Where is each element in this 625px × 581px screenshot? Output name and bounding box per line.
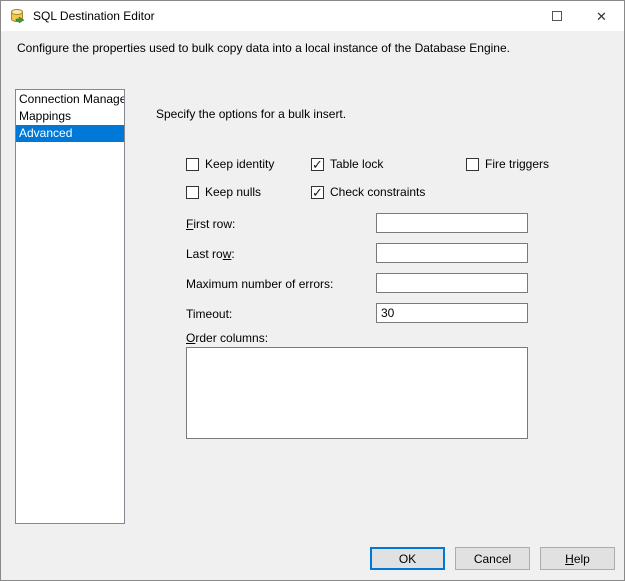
window-title: SQL Destination Editor <box>33 9 155 23</box>
help-button[interactable]: Help <box>540 547 615 570</box>
first-row-label: First row: <box>186 217 236 231</box>
checkbox-check-constraints[interactable]: Check constraints <box>311 185 426 201</box>
maximize-icon <box>551 11 562 21</box>
first-row-input[interactable] <box>376 213 528 233</box>
sidebar-item-connection-manager[interactable]: Connection Manager <box>16 91 124 108</box>
table-lock-label: Table lock <box>330 157 384 171</box>
keep-nulls-label: Keep nulls <box>205 185 262 199</box>
cancel-button[interactable]: Cancel <box>455 547 530 570</box>
last-row-label: Last row: <box>186 247 235 261</box>
page-list: Connection Manager Mappings Advanced <box>15 89 125 524</box>
timeout-label: Timeout: <box>186 307 233 321</box>
keep-identity-checkbox[interactable] <box>186 157 199 171</box>
fire-triggers-label: Fire triggers <box>485 157 550 171</box>
title-bar: SQL Destination Editor ✕ <box>1 1 624 31</box>
keep-nulls-checkbox[interactable] <box>186 185 199 199</box>
checkbox-keep-nulls[interactable]: Keep nulls <box>186 185 261 199</box>
order-columns-textarea[interactable] <box>186 347 528 439</box>
checkbox-fire-triggers[interactable]: Fire triggers <box>466 157 549 171</box>
sql-destination-editor-dialog: SQL Destination Editor ✕ Configure the p… <box>0 0 625 581</box>
checkbox-keep-identity[interactable]: Keep identity <box>186 157 274 171</box>
maximize-button[interactable] <box>534 1 579 31</box>
bulk-insert-instruction: Specify the options for a bulk insert. <box>156 107 347 121</box>
close-icon: ✕ <box>596 8 607 24</box>
sidebar-item-mappings[interactable]: Mappings <box>16 108 124 125</box>
sidebar-item-advanced[interactable]: Advanced <box>16 125 124 142</box>
check-constraints-checkbox[interactable] <box>311 185 324 201</box>
ok-button[interactable]: OK <box>370 547 445 570</box>
fire-triggers-checkbox[interactable] <box>466 157 479 171</box>
timeout-input[interactable] <box>376 303 528 323</box>
keep-identity-label: Keep identity <box>205 157 275 171</box>
database-icon <box>11 9 25 24</box>
order-columns-label: Order columns: <box>186 331 269 345</box>
checkbox-table-lock[interactable]: Table lock <box>311 157 384 173</box>
check-constraints-label: Check constraints <box>330 185 426 199</box>
max-errors-input[interactable] <box>376 273 528 293</box>
max-errors-label: Maximum number of errors: <box>186 277 334 291</box>
last-row-input[interactable] <box>376 243 528 263</box>
window-controls: ✕ <box>534 1 624 31</box>
table-lock-checkbox[interactable] <box>311 157 324 173</box>
close-button[interactable]: ✕ <box>579 1 624 31</box>
dialog-description: Configure the properties used to bulk co… <box>17 41 510 55</box>
